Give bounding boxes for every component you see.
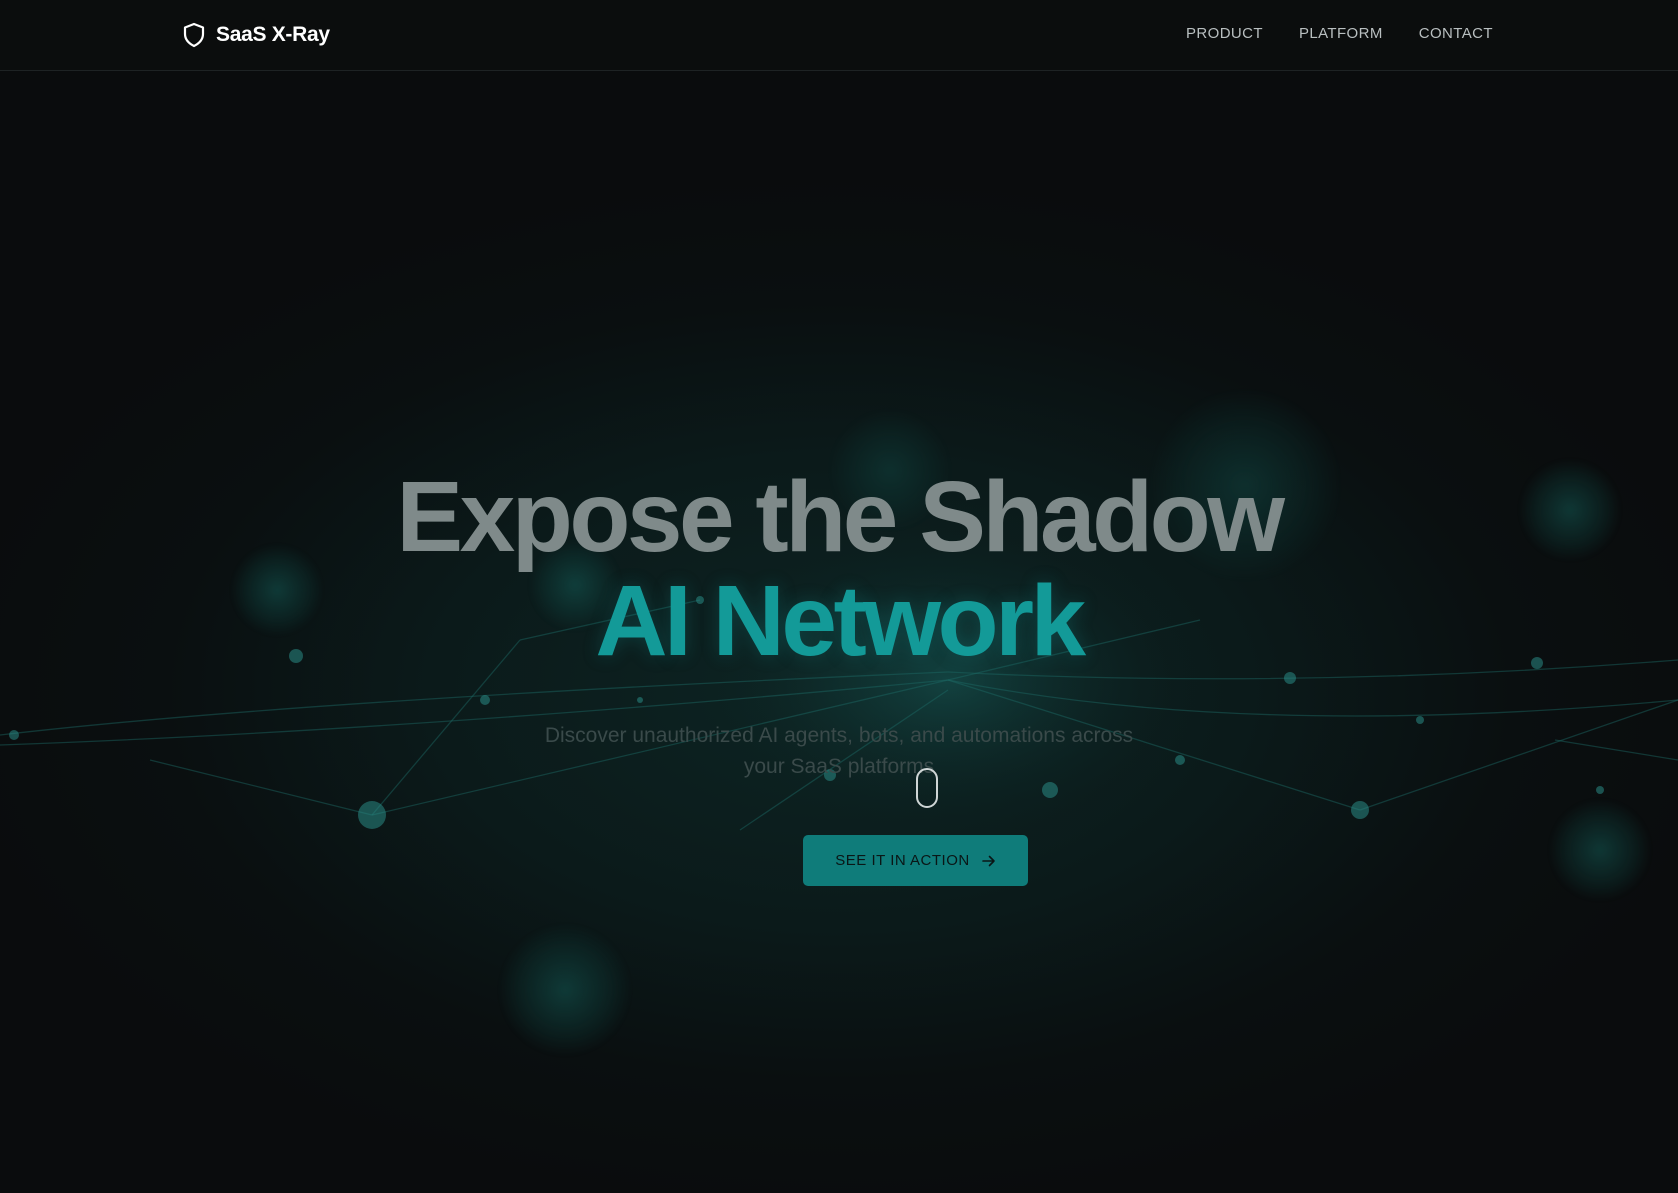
hero-subtitle: Discover unauthorized AI agents, bots, a…	[544, 724, 1134, 778]
headline-line-1: Expose the Shadow	[396, 461, 1285, 573]
brand-logo[interactable]: SaaS X-Ray	[182, 22, 330, 48]
nav-link-contact[interactable]: CONTACT	[1419, 25, 1493, 42]
glow-orb	[500, 925, 630, 1055]
nav-link-product[interactable]: PRODUCT	[1186, 25, 1263, 42]
hero-headline: Expose the Shadow AI Network	[0, 465, 1678, 673]
mouse-scroll-icon	[916, 768, 938, 808]
nav-link-platform[interactable]: PLATFORM	[1299, 25, 1383, 42]
brand-name: SaaS X-Ray	[216, 23, 330, 46]
main-nav: PRODUCT PLATFORM CONTACT	[1186, 25, 1493, 42]
arrow-right-icon	[981, 855, 996, 867]
cta-label: SEE IT IN ACTION	[835, 852, 970, 869]
headline-line-2: AI Network	[595, 565, 1086, 677]
glow-orb	[1550, 800, 1650, 900]
landing-page: SaaS X-Ray PRODUCT PLATFORM CONTACT Expo…	[0, 0, 1678, 1193]
shield-icon	[182, 22, 206, 48]
top-navbar: SaaS X-Ray PRODUCT PLATFORM CONTACT	[0, 0, 1678, 71]
see-it-in-action-button[interactable]: SEE IT IN ACTION	[803, 835, 1028, 886]
